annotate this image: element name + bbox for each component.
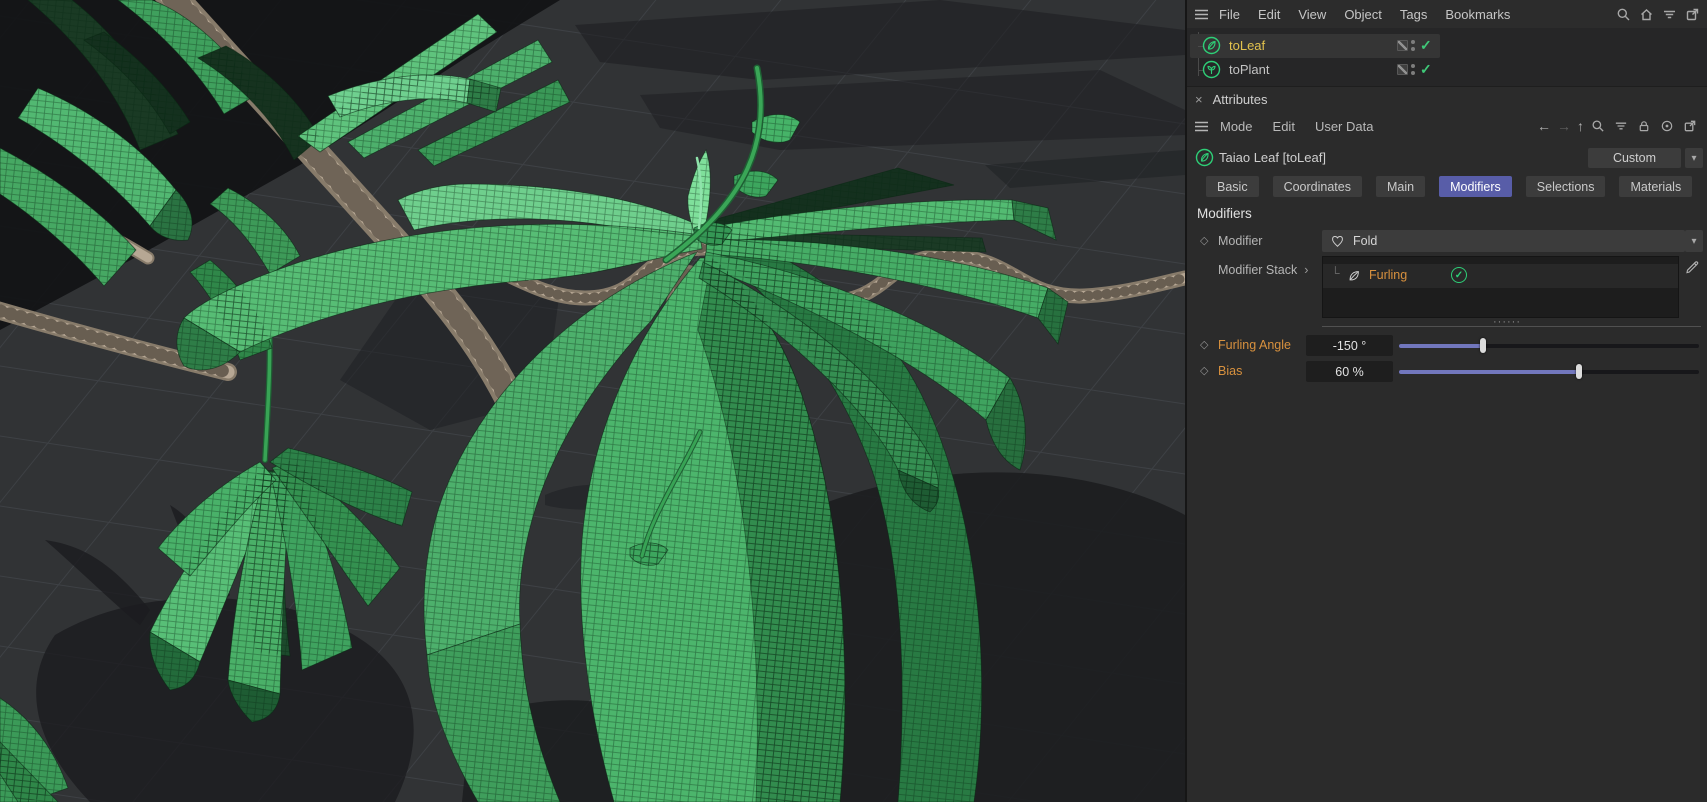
preset-dropdown-arrow[interactable]: ▾ bbox=[1685, 148, 1703, 168]
enable-toggle[interactable] bbox=[1397, 40, 1408, 51]
object-row-toleaf[interactable]: toLeaf ✓ bbox=[1187, 34, 1707, 58]
stack-item-name: Furling bbox=[1369, 268, 1408, 282]
param-label: Furling Angle bbox=[1218, 338, 1291, 352]
keyframe-diamond-icon[interactable]: ◇ bbox=[1200, 234, 1208, 247]
attributes-object-header: Taiao Leaf [toLeaf] Custom ▾ bbox=[1187, 144, 1707, 172]
attributes-toolbar: ← → ↑ bbox=[1531, 117, 1707, 135]
popout-icon[interactable] bbox=[1681, 117, 1699, 135]
plant-object-icon[interactable] bbox=[1202, 60, 1221, 79]
attributes-menubar: Mode Edit User Data ← → ↑ bbox=[1187, 112, 1707, 140]
preset-select[interactable]: Custom bbox=[1588, 148, 1681, 168]
filter-icon[interactable] bbox=[1660, 5, 1678, 23]
tree-corner-glyph: └ bbox=[1331, 266, 1340, 280]
edit-pencil-icon[interactable] bbox=[1684, 259, 1699, 274]
param-row-furling-angle: ◇ Furling Angle -150 ° bbox=[1187, 334, 1707, 358]
search-icon[interactable] bbox=[1589, 117, 1607, 135]
search-icon[interactable] bbox=[1614, 5, 1632, 23]
furling-leaf-icon bbox=[1347, 269, 1361, 283]
tab-coordinates[interactable]: Coordinates bbox=[1272, 176, 1362, 197]
fold-icon bbox=[1332, 235, 1343, 247]
filter-icon[interactable] bbox=[1612, 117, 1630, 135]
tab-basic[interactable]: Basic bbox=[1206, 176, 1259, 197]
hamburger-menu-icon[interactable] bbox=[1192, 117, 1210, 135]
modifier-dropdown[interactable]: Fold bbox=[1322, 230, 1685, 252]
slider-handle[interactable] bbox=[1576, 364, 1582, 379]
cinema4d-window: File Edit View Object Tags Bookmarks toL… bbox=[0, 0, 1707, 802]
enable-toggle[interactable] bbox=[1397, 64, 1408, 75]
viewport-3d[interactable] bbox=[0, 0, 1185, 802]
popout-icon[interactable] bbox=[1683, 5, 1701, 23]
object-name[interactable]: toPlant bbox=[1229, 62, 1269, 77]
modifiers-section-title[interactable]: Modifiers bbox=[1197, 206, 1252, 221]
modifier-stack-label[interactable]: Modifier Stack › bbox=[1218, 263, 1308, 277]
leaf-object-icon[interactable] bbox=[1202, 36, 1221, 55]
check-icon[interactable]: ✓ bbox=[1420, 61, 1432, 78]
modifier-dropdown-arrow[interactable]: ▾ bbox=[1685, 230, 1703, 252]
menu-file[interactable]: File bbox=[1210, 7, 1249, 22]
object-name[interactable]: toLeaf bbox=[1229, 38, 1265, 53]
tab-materials[interactable]: Materials bbox=[1619, 176, 1693, 197]
tab-modifiers[interactable]: Modifiers bbox=[1439, 176, 1512, 197]
check-icon[interactable]: ✓ bbox=[1420, 37, 1432, 54]
back-arrow-icon[interactable]: ← bbox=[1537, 118, 1551, 134]
home-icon[interactable] bbox=[1637, 5, 1655, 23]
param-label: Bias bbox=[1218, 364, 1243, 378]
tab-selections[interactable]: Selections bbox=[1525, 176, 1606, 197]
furling-angle-slider[interactable] bbox=[1399, 336, 1699, 355]
menu-mode[interactable]: Mode bbox=[1210, 119, 1263, 134]
modifier-stack-box[interactable]: └ Furling ✓ bbox=[1322, 256, 1679, 318]
forward-arrow-icon[interactable]: → bbox=[1557, 118, 1571, 134]
leaf-object-icon bbox=[1195, 148, 1214, 167]
object-manager-menubar: File Edit View Object Tags Bookmarks bbox=[1187, 0, 1707, 29]
lock-icon[interactable] bbox=[1635, 117, 1653, 135]
object-row-toplant[interactable]: toPlant ✓ bbox=[1187, 58, 1707, 82]
menu-bookmarks[interactable]: Bookmarks bbox=[1436, 7, 1519, 22]
visibility-dots[interactable] bbox=[1411, 64, 1415, 78]
keyframe-diamond-icon[interactable]: ◇ bbox=[1200, 338, 1208, 351]
chevron-right-icon: › bbox=[1304, 263, 1309, 277]
furling-angle-field[interactable]: -150 ° bbox=[1306, 335, 1393, 356]
modifier-row: ◇ Modifier Fold ▾ bbox=[1187, 230, 1707, 254]
visibility-dots[interactable] bbox=[1411, 40, 1415, 54]
bias-field[interactable]: 60 % bbox=[1306, 361, 1393, 382]
object-manager-toolbar bbox=[1609, 5, 1707, 23]
menu-object[interactable]: Object bbox=[1335, 7, 1391, 22]
keyframe-diamond-icon[interactable]: ◇ bbox=[1200, 364, 1208, 377]
close-icon[interactable]: × bbox=[1195, 92, 1203, 107]
attributes-tabs: Basic Coordinates Main Modifiers Selecti… bbox=[1187, 176, 1707, 200]
target-icon[interactable] bbox=[1658, 117, 1676, 135]
bias-slider[interactable] bbox=[1399, 362, 1699, 381]
menu-edit[interactable]: Edit bbox=[1249, 7, 1289, 22]
right-panel: File Edit View Object Tags Bookmarks toL… bbox=[1185, 0, 1707, 802]
menu-user-data[interactable]: User Data bbox=[1305, 119, 1384, 134]
param-row-bias: ◇ Bias 60 % bbox=[1187, 360, 1707, 384]
stack-item-furling[interactable]: └ Furling ✓ bbox=[1323, 264, 1678, 288]
selected-object-name: Taiao Leaf [toLeaf] bbox=[1219, 150, 1326, 165]
hamburger-menu-icon[interactable] bbox=[1192, 5, 1210, 23]
modifier-label: Modifier bbox=[1218, 234, 1263, 248]
tab-main[interactable]: Main bbox=[1375, 176, 1426, 197]
attributes-title: Attributes bbox=[1212, 91, 1268, 107]
modifier-value: Fold bbox=[1353, 234, 1378, 248]
object-manager-list: toLeaf ✓ toPlant ✓ bbox=[1187, 28, 1707, 86]
enabled-check-icon[interactable]: ✓ bbox=[1451, 267, 1467, 283]
menu-view[interactable]: View bbox=[1289, 7, 1335, 22]
menu-tags[interactable]: Tags bbox=[1391, 7, 1436, 22]
attributes-panel-header: × Attributes bbox=[1187, 86, 1707, 111]
panel-splitter[interactable] bbox=[1322, 326, 1701, 327]
up-arrow-icon[interactable]: ↑ bbox=[1577, 118, 1584, 134]
slider-handle[interactable] bbox=[1480, 338, 1486, 353]
menu-edit[interactable]: Edit bbox=[1263, 119, 1305, 134]
